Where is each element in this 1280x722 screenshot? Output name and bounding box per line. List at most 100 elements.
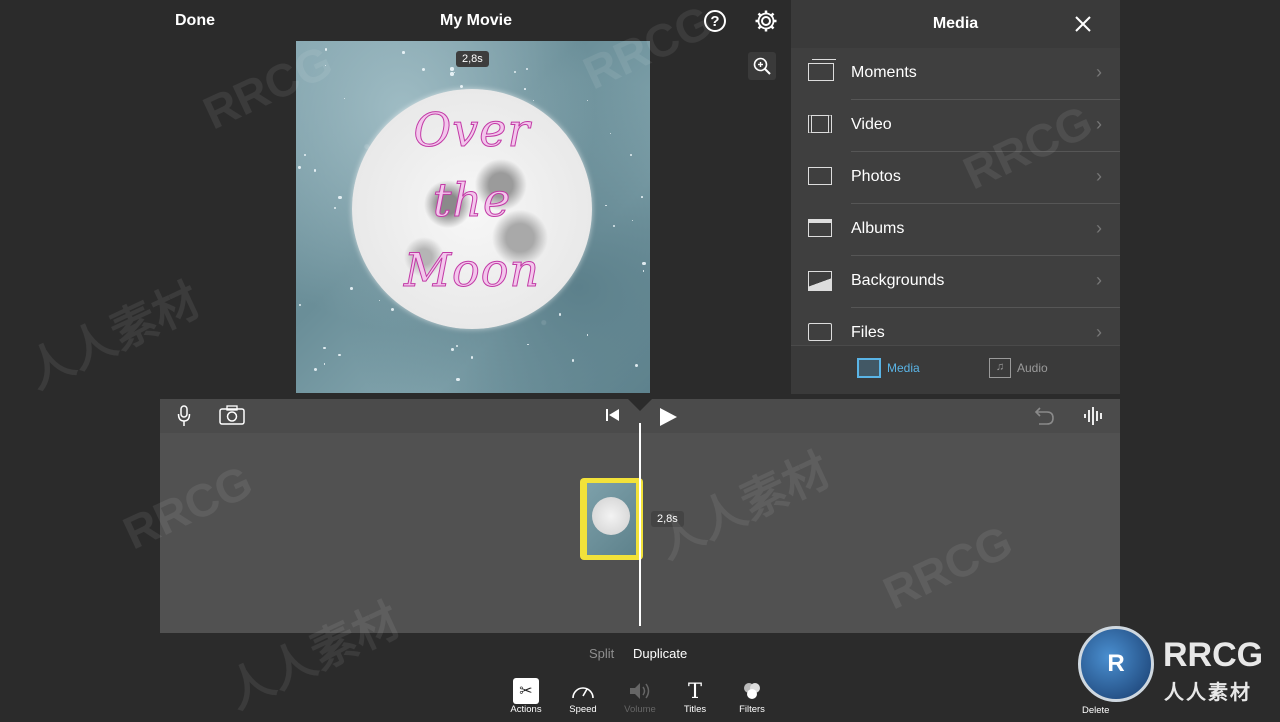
star-dot — [586, 99, 588, 101]
media-item-video[interactable]: Video › — [791, 100, 1120, 152]
media-tab-bar: Media ♫ Audio — [791, 345, 1120, 394]
moon-thumbnail — [592, 497, 630, 535]
media-item-label: Video — [851, 116, 892, 133]
media-item-photos[interactable]: Photos › — [791, 152, 1120, 204]
star-dot — [526, 67, 529, 70]
watermark-brand: RRCG — [1163, 636, 1264, 674]
timeline[interactable]: 2,8s — [160, 399, 1120, 633]
help-icon[interactable]: ? — [704, 10, 726, 32]
star-dot — [323, 346, 326, 350]
delete-button[interactable]: Delete — [1082, 705, 1109, 716]
tool-label: Titles — [683, 704, 707, 715]
video-clip[interactable] — [580, 478, 643, 560]
star-dot — [640, 196, 643, 198]
chevron-right-icon: › — [1096, 322, 1102, 342]
tool-label: Filters — [739, 704, 765, 715]
star-dot — [298, 166, 301, 169]
star-dot — [634, 363, 639, 367]
media-item-moments[interactable]: Moments › — [791, 48, 1120, 100]
star-dot — [586, 334, 589, 336]
media-item-label: Backgrounds — [851, 272, 945, 289]
media-item-label: Photos — [851, 168, 901, 185]
chevron-right-icon: › — [1096, 270, 1102, 290]
moon-image: Over the Moon — [352, 89, 592, 329]
moments-icon — [808, 59, 836, 81]
tool-actions[interactable]: ✂ Actions — [498, 678, 554, 715]
tab-label: Media — [887, 361, 920, 375]
tool-titles[interactable]: T Titles — [667, 678, 723, 715]
media-item-label: Moments — [851, 64, 917, 81]
star-dot — [609, 133, 611, 135]
tool-filters[interactable]: Filters — [724, 678, 780, 715]
tab-audio[interactable]: ♫ Audio — [989, 358, 1048, 378]
star-dot — [470, 356, 474, 360]
star-dot — [324, 48, 327, 51]
star-dot — [642, 270, 645, 272]
star-dot — [421, 67, 425, 72]
media-panel-title: Media — [932, 15, 979, 32]
star-dot — [456, 377, 460, 381]
star-dot — [571, 359, 574, 362]
duration-badge: 2,8s — [456, 51, 489, 67]
star-dot — [314, 169, 317, 172]
folder-icon — [808, 323, 832, 341]
star-dot — [390, 307, 394, 311]
waveform-icon[interactable] — [1083, 405, 1105, 427]
media-header: Media — [791, 0, 1120, 48]
play-icon[interactable] — [658, 407, 678, 427]
movie-title: My Movie — [440, 12, 513, 29]
star-dot — [514, 71, 517, 74]
clip-duration-badge: 2,8s — [651, 511, 684, 527]
media-item-albums[interactable]: Albums › — [791, 204, 1120, 256]
zoom-in-icon[interactable] — [748, 52, 776, 80]
close-icon[interactable] — [1073, 14, 1093, 34]
star-dot — [323, 363, 326, 365]
star-dot — [338, 353, 341, 357]
media-panel: Media Moments › Video › Photos › Albums … — [791, 0, 1120, 394]
title-line-3: Moon — [403, 243, 541, 298]
media-item-backgrounds[interactable]: Backgrounds › — [791, 256, 1120, 308]
star-dot — [630, 154, 633, 157]
star-dot — [334, 207, 337, 210]
star-dot — [558, 313, 561, 316]
music-note-icon: ♫ — [989, 358, 1011, 378]
star-dot — [402, 51, 405, 54]
speedometer-icon — [555, 678, 611, 704]
skip-back-icon[interactable] — [605, 408, 621, 422]
star-dot — [325, 64, 327, 67]
star-dot — [460, 84, 464, 88]
star-dot — [613, 224, 616, 227]
title-line-1: Over — [413, 103, 531, 158]
media-item-files[interactable]: Files › — [791, 308, 1120, 346]
star-dot — [642, 262, 646, 266]
tool-label: Volume — [624, 704, 656, 715]
star-dot — [313, 367, 317, 372]
star-dot — [527, 343, 529, 346]
done-button[interactable]: Done — [175, 12, 215, 30]
chevron-right-icon: › — [1096, 114, 1102, 134]
undo-icon[interactable] — [1031, 406, 1055, 426]
tool-volume[interactable]: Volume — [612, 678, 668, 715]
watermark-text: 人人素材 — [18, 273, 208, 399]
tab-media[interactable]: Media — [857, 358, 920, 378]
star-dot — [455, 344, 459, 348]
film-icon — [857, 358, 881, 378]
tool-label: Speed — [569, 704, 597, 715]
title-line-2: the — [432, 173, 512, 228]
microphone-icon[interactable] — [177, 405, 191, 427]
star-dot — [450, 67, 454, 71]
duplicate-button[interactable]: Duplicate — [633, 646, 687, 661]
star-dot — [343, 98, 345, 100]
video-preview[interactable]: Over the Moon 2,8s — [296, 41, 650, 393]
tab-label: Audio — [1017, 361, 1048, 375]
titles-icon: T — [687, 679, 702, 703]
star-dot — [451, 348, 455, 351]
star-dot — [338, 195, 342, 199]
split-button[interactable]: Split — [589, 646, 614, 661]
chevron-right-icon: › — [1096, 62, 1102, 82]
photo-frame-icon — [808, 167, 832, 185]
playhead[interactable] — [639, 423, 641, 626]
tool-speed[interactable]: Speed — [555, 678, 611, 715]
gear-icon[interactable] — [754, 9, 778, 33]
camera-icon[interactable] — [219, 405, 245, 425]
